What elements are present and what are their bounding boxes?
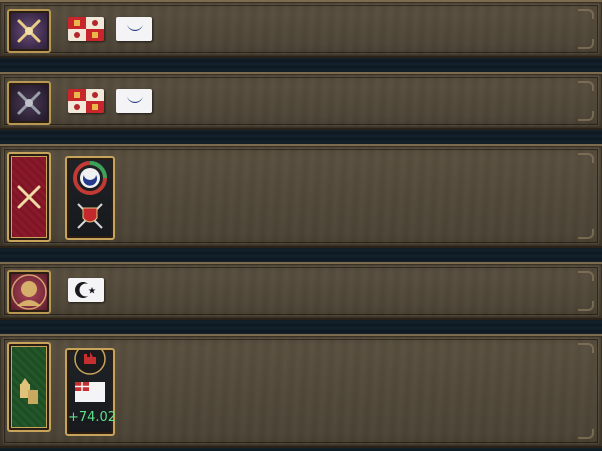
trade-ships-icon <box>20 378 38 404</box>
war-type-tile[interactable] <box>7 152 51 242</box>
war-type-tile[interactable] <box>7 81 51 125</box>
trade-tile[interactable] <box>7 342 51 432</box>
shield-swords-icon <box>77 203 103 229</box>
ornament-icon <box>578 39 594 49</box>
war-goal-card[interactable] <box>65 156 115 240</box>
ornament-icon <box>578 271 594 281</box>
crossed-swords-icon <box>17 91 41 115</box>
crossed-swords-icon <box>17 185 41 209</box>
list-row[interactable] <box>0 0 602 58</box>
castile-flag[interactable] <box>68 89 104 113</box>
ornament-icon <box>578 9 594 19</box>
english-flag <box>75 382 105 402</box>
war-type-tile[interactable] <box>7 9 51 53</box>
crescent-flag[interactable] <box>116 89 152 113</box>
crescent-star-flag[interactable] <box>68 278 104 302</box>
ruler-portrait-icon <box>11 274 47 310</box>
ornament-icon <box>578 111 594 121</box>
castile-flag[interactable] <box>68 17 104 41</box>
list-row[interactable]: +74.02 <box>0 334 602 448</box>
ornament-icon <box>578 229 594 239</box>
trade-card[interactable]: +74.02 <box>65 343 117 436</box>
crossed-swords-icon <box>17 19 41 43</box>
war-goal-icon <box>73 161 107 195</box>
fortress-icon <box>74 343 106 375</box>
ornament-icon <box>578 429 594 439</box>
list-row[interactable] <box>0 72 602 130</box>
list-row[interactable] <box>0 262 602 320</box>
crescent-flag[interactable] <box>116 17 152 41</box>
ruler-tile[interactable] <box>7 270 51 314</box>
trade-value: +74.02 <box>67 410 117 425</box>
ornament-icon <box>578 81 594 91</box>
ornament-icon <box>578 343 594 353</box>
list-row[interactable] <box>0 144 602 248</box>
ornament-icon <box>578 153 594 163</box>
ornament-icon <box>578 301 594 311</box>
